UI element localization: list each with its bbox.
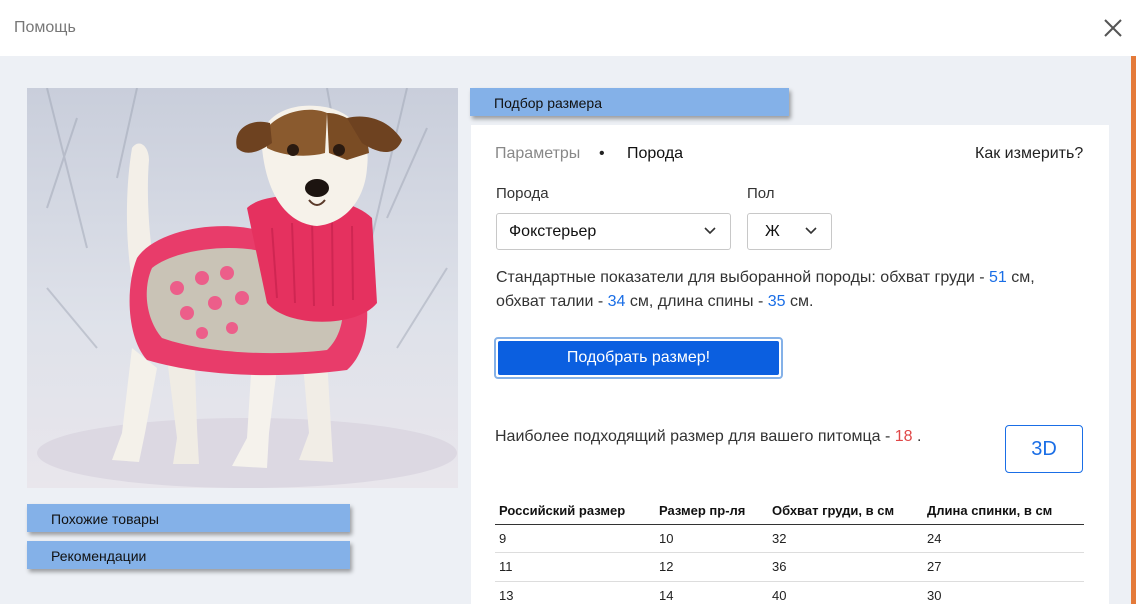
recommendations-label: Рекомендации — [51, 548, 147, 564]
waist-value: 34 — [607, 293, 626, 310]
col-header-maker-size: Размер пр-ля — [655, 497, 768, 525]
size-picker-panel: Параметры • Порода Как измерить? Порода … — [471, 125, 1109, 604]
chevron-down-icon — [805, 227, 817, 235]
back-value: 35 — [767, 293, 786, 310]
table-cell: 36 — [768, 552, 923, 582]
similar-products-button[interactable]: Похожие товары — [27, 504, 350, 532]
table-cell: 9 — [495, 524, 655, 553]
table-cell: 11 — [495, 552, 655, 582]
table-row: 13 14 40 30 — [495, 581, 1084, 604]
step-breed[interactable]: Порода — [627, 145, 683, 163]
table-row: 9 10 32 24 — [495, 524, 1084, 553]
similar-products-label: Похожие товары — [51, 511, 159, 527]
table-cell: 40 — [768, 581, 923, 604]
table-cell: 24 — [923, 524, 1084, 553]
col-header-back: Длина спинки, в см — [923, 497, 1084, 525]
sex-select[interactable]: Ж — [747, 213, 832, 250]
breed-select-value: Фокстерьер — [509, 223, 597, 240]
dialog-header: Помощь — [0, 0, 1136, 56]
table-cell: 30 — [923, 581, 1084, 604]
step-params[interactable]: Параметры — [495, 145, 580, 163]
col-header-ru-size: Российский размер — [495, 497, 655, 525]
chevron-down-icon — [704, 227, 716, 235]
breed-standard-text: Стандартные показатели для выборанной по… — [496, 269, 1035, 310]
col-header-chest: Обхват груди, в см — [768, 497, 923, 525]
table-header-row: Российский размер Размер пр-ля Обхват гр… — [495, 497, 1084, 525]
size-table: Российский размер Размер пр-ля Обхват гр… — [495, 497, 1084, 604]
recommended-size-text: Наиболее подходящий размер для вашего пи… — [495, 428, 922, 445]
recommendations-button[interactable]: Рекомендации — [27, 541, 350, 569]
table-cell: 14 — [655, 581, 768, 604]
sex-label: Пол — [747, 185, 775, 202]
chest-value: 51 — [989, 269, 1007, 286]
dialog-title: Помощь — [14, 19, 76, 36]
table-cell: 12 — [655, 552, 768, 582]
table-cell: 13 — [495, 581, 655, 604]
pick-size-button[interactable]: Подобрать размер! — [494, 337, 783, 379]
scrollbar[interactable] — [1131, 56, 1136, 604]
step-separator: • — [599, 145, 605, 162]
product-photo — [27, 88, 458, 488]
pick-size-button-label: Подобрать размер! — [498, 341, 779, 375]
table-cell: 10 — [655, 524, 768, 553]
close-icon[interactable] — [1101, 16, 1125, 40]
table-cell: 27 — [923, 552, 1084, 582]
tab-size-picker-label: Подбор размера — [494, 95, 603, 111]
sex-select-value: Ж — [765, 223, 780, 240]
table-row: 11 12 36 27 — [495, 552, 1084, 582]
breed-label: Порода — [496, 185, 549, 202]
table-cell: 32 — [768, 524, 923, 553]
view-3d-button[interactable]: 3D — [1005, 425, 1083, 473]
recommended-size-value: 18 — [894, 428, 913, 445]
breed-select[interactable]: Фокстерьер — [496, 213, 731, 250]
how-to-measure-link[interactable]: Как измерить? — [975, 145, 1083, 163]
tab-size-picker[interactable]: Подбор размера — [470, 88, 789, 116]
